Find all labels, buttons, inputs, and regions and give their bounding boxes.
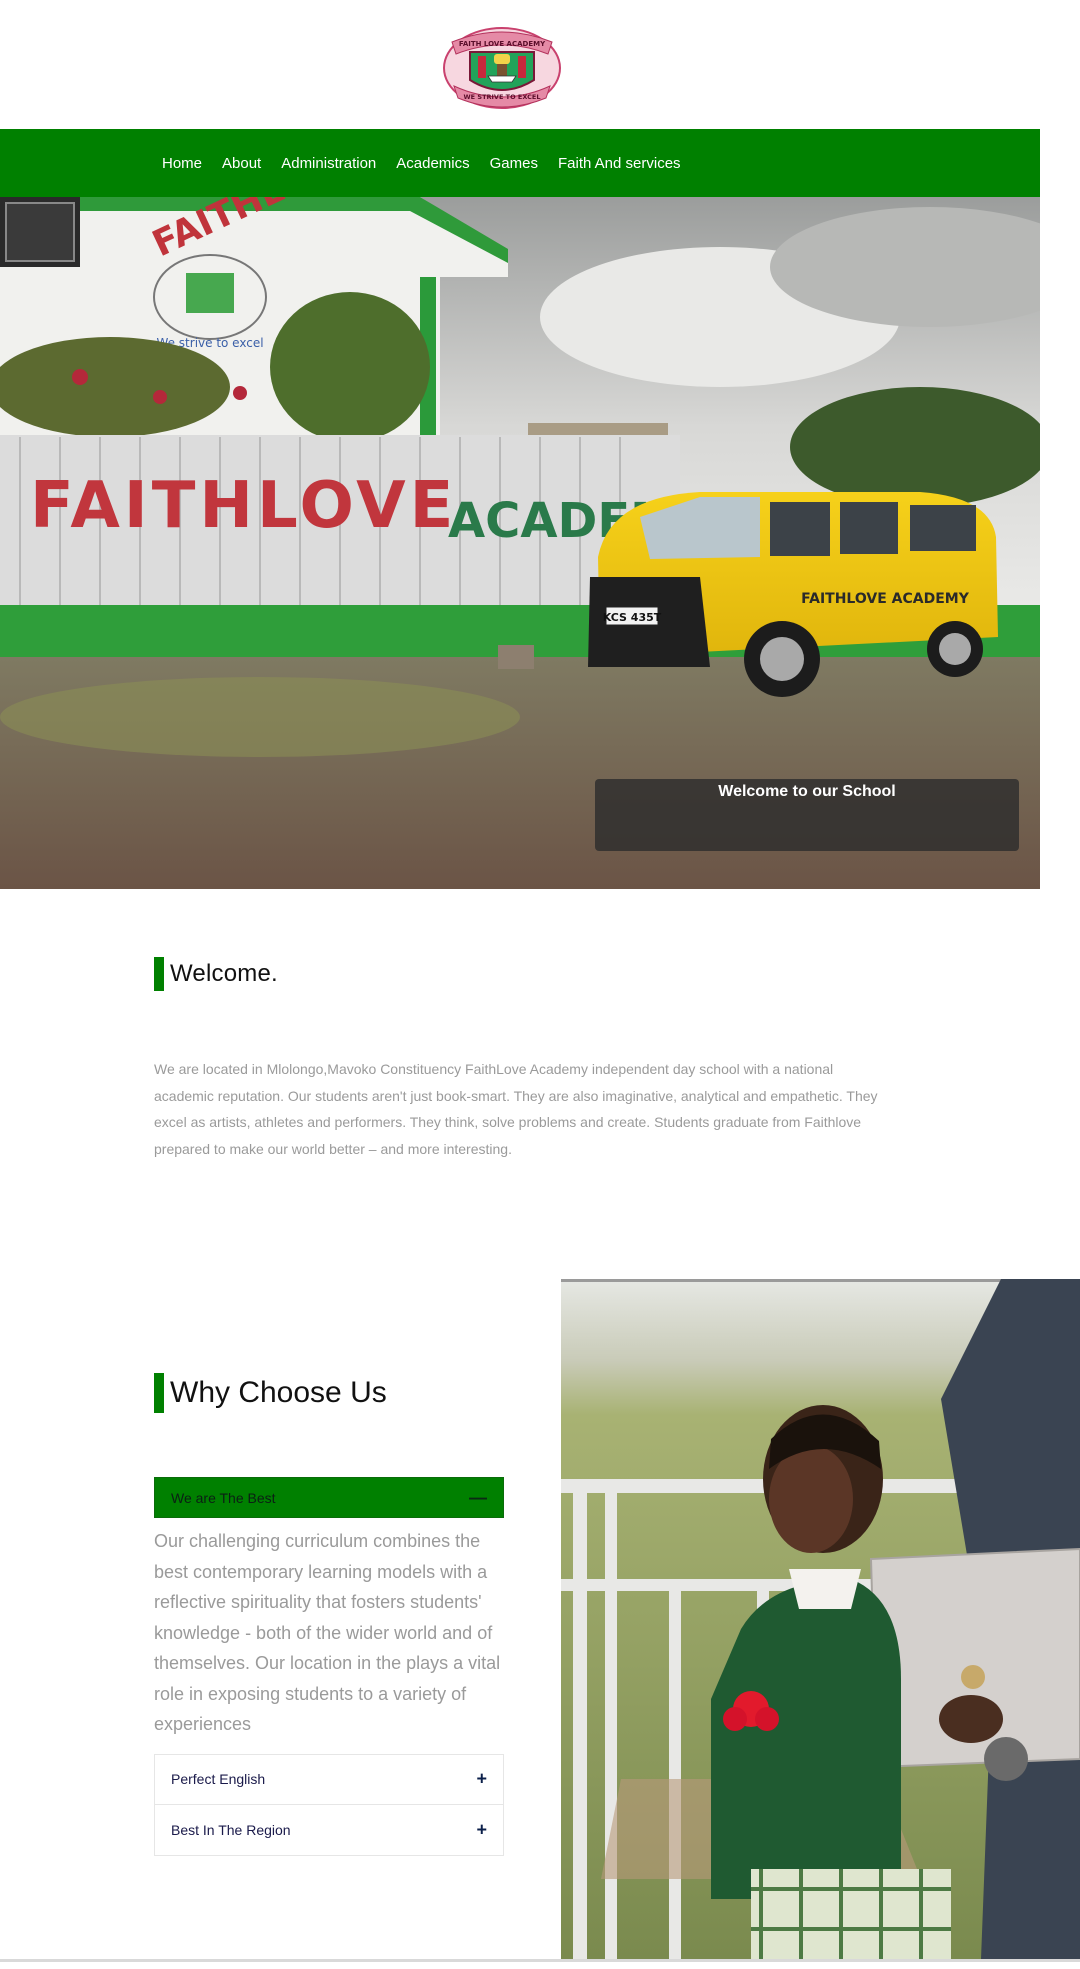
heading-accent-bar — [154, 1373, 164, 1413]
school-van: KCS 435T FAITHLOVE ACADEMY — [588, 492, 998, 697]
hero-slider[interactable]: FAITHLOVE ACADEMY We strive to excel FAI… — [0, 197, 1040, 889]
section-divider — [0, 1959, 1080, 1962]
van-side-text: FAITHLOVE ACADEMY — [801, 591, 970, 607]
why-choose-us-heading: Why Choose Us — [154, 1373, 387, 1413]
minus-icon[interactable]: — — [469, 1487, 487, 1508]
nav-item-faith-and-services[interactable]: Faith And services — [558, 151, 681, 176]
wall-text-left: FAITHLOVE — [30, 469, 457, 543]
welcome-heading: Welcome. — [154, 957, 278, 991]
accordion-header-label: We are The Best — [171, 1489, 276, 1506]
nav-menu: Home About Administration Academics Game… — [152, 129, 691, 197]
student-photo — [561, 1279, 1080, 1959]
nav-item-home[interactable]: Home — [162, 151, 202, 176]
why-accordion: We are The Best — Our challenging curric… — [154, 1477, 504, 1856]
logo-top-text: FAITH LOVE ACADEMY — [459, 40, 546, 48]
van-plate-text: KCS 435T — [603, 611, 662, 624]
accordion-collapsed-group: Perfect English + Best In The Region + — [154, 1753, 504, 1856]
welcome-paragraph: We are located in Mlolongo,Mavoko Consti… — [154, 1061, 878, 1157]
main-navbar: Home About Administration Academics Game… — [0, 129, 1040, 197]
nav-item-games[interactable]: Games — [490, 151, 538, 176]
student-photo-image — [561, 1279, 1080, 1959]
accordion-header-best-in-the-region[interactable]: Best In The Region + — [154, 1804, 504, 1856]
accordion-header-label: Perfect English — [171, 1771, 266, 1787]
school-logo[interactable]: FAITH LOVE ACADEMY WE STRIVE TO EXCEL — [440, 24, 564, 112]
welcome-title: Welcome. — [170, 960, 278, 987]
heading-accent-bar — [154, 957, 164, 991]
hero-caption-title: Welcome to our School — [718, 783, 896, 800]
accordion-header-we-are-the-best[interactable]: We are The Best — — [154, 1477, 504, 1518]
hero-caption-box: Welcome to our School — [595, 779, 1019, 851]
nav-item-about[interactable]: About — [222, 151, 261, 176]
accordion-header-perfect-english[interactable]: Perfect English + — [154, 1753, 504, 1805]
logo-bottom-text: WE STRIVE TO EXCEL — [464, 93, 541, 101]
nav-item-administration[interactable]: Administration — [281, 151, 376, 176]
why-choose-us-title: Why Choose Us — [170, 1376, 387, 1409]
plus-icon[interactable]: + — [476, 1769, 487, 1790]
plus-icon[interactable]: + — [476, 1819, 487, 1840]
accordion-header-label: Best In The Region — [171, 1821, 291, 1838]
nav-item-academics[interactable]: Academics — [396, 151, 469, 176]
school-crest-icon: FAITH LOVE ACADEMY WE STRIVE TO EXCEL — [443, 27, 561, 109]
accordion-panel-we-are-the-best: Our challenging curriculum combines the … — [154, 1531, 501, 1734]
